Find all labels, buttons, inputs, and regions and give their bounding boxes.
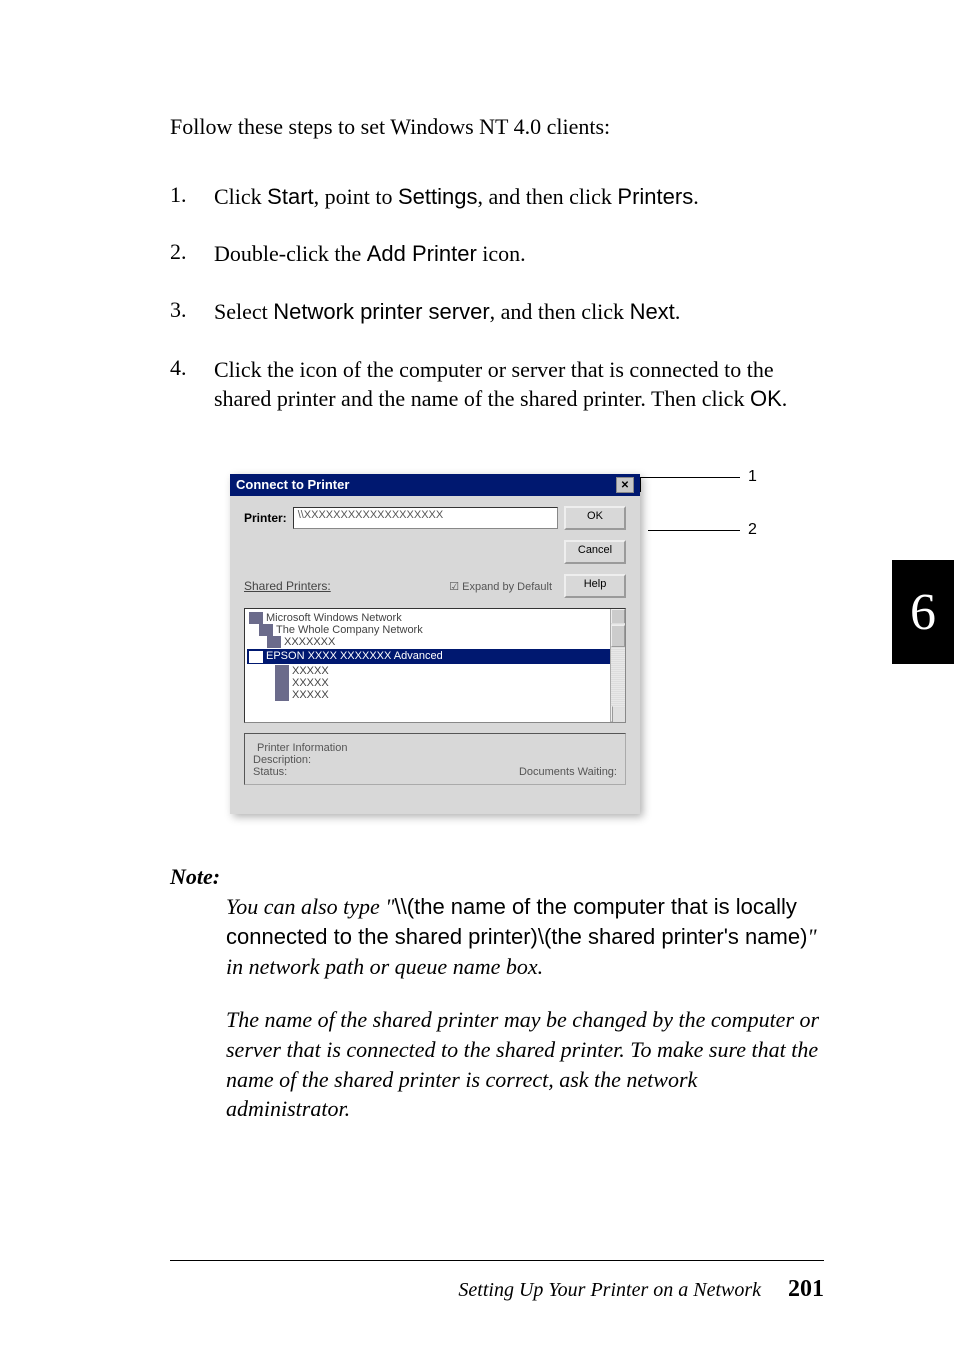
callout-2: 2 [748,521,757,539]
printer-label: Printer: [244,511,287,525]
callout-1: 1 [748,468,757,486]
list-item[interactable]: Microsoft Windows Network [249,612,621,624]
network-icon [259,624,273,636]
step-text: Click Start, point to Settings, and then… [214,182,824,212]
dialog-title-text: Connect to Printer [236,477,349,493]
computer-icon [275,677,289,689]
step-item: 4.Click the icon of the computer or serv… [170,355,824,414]
step-number: 2. [170,239,214,269]
step-number: 4. [170,355,214,414]
expand-by-default-checkbox[interactable]: ☑ Expand by Default [449,580,552,593]
list-item[interactable]: XXXXX [249,689,621,701]
scroll-down-icon[interactable] [611,706,613,722]
step-item: 2.Double-click the Add Printer icon. [170,239,824,269]
step-text: Select Network printer server, and then … [214,297,824,327]
chapter-tab: 6 [892,560,954,664]
computer-icon [275,689,289,701]
list-item-selected[interactable]: EPSON XXXX XXXXXXX Advanced [247,649,623,663]
steps-list: 1.Click Start, point to Settings, and th… [170,182,824,414]
callout-2-line [648,530,740,531]
page-footer: Setting Up Your Printer on a Network 201 [458,1276,824,1303]
note-paragraph-1: You can also type "\\(the name of the co… [226,892,824,981]
dialog-figure: 1 2 Connect to Printer ✕ Printer: \\XXXX… [210,444,770,824]
step-number: 1. [170,182,214,212]
printer-info-title: Printer Information [253,742,351,754]
printer-icon [249,651,263,663]
list-item[interactable]: XXXXX [249,665,621,677]
printer-information-group: Printer Information Description: Status:… [244,733,626,785]
footer-title: Setting Up Your Printer on a Network [458,1279,761,1301]
cancel-button[interactable]: Cancel [564,540,626,564]
list-item[interactable]: XXXXX [249,677,621,689]
folder-icon [267,636,281,648]
list-scrollbar[interactable] [610,609,625,722]
step-item: 3.Select Network printer server, and the… [170,297,824,327]
callout-1-line-v [640,477,641,492]
printer-path-input[interactable]: \\XXXXXXXXXXXXXXXXXXX [293,507,558,529]
note-block: Note: You can also type "\\(the name of … [170,864,824,1124]
help-button[interactable]: Help [564,574,626,598]
shared-printers-label: Shared Printers: [244,579,331,593]
printer-info-description: Description: [253,754,617,766]
shared-printers-list[interactable]: Microsoft Windows Network The Whole Comp… [244,608,626,723]
footer-rule [170,1260,824,1261]
intro-text: Follow these steps to set Windows NT 4.0… [170,112,824,142]
list-item[interactable]: XXXXXXX [249,636,621,648]
close-icon[interactable]: ✕ [616,477,634,493]
scroll-thumb[interactable] [611,625,625,647]
step-number: 3. [170,297,214,327]
step-text: Double-click the Add Printer icon. [214,239,824,269]
step-text: Click the icon of the computer or server… [214,355,824,414]
connect-to-printer-dialog: Connect to Printer ✕ Printer: \\XXXXXXXX… [230,474,640,814]
page-number: 201 [788,1276,824,1302]
note-heading: Note: [170,864,824,890]
step-item: 1.Click Start, point to Settings, and th… [170,182,824,212]
printer-info-status: Status: Documents Waiting: [253,766,617,778]
network-icon [249,612,263,624]
callout-1-line-h [640,477,740,478]
computer-icon [275,665,289,677]
ok-button[interactable]: OK [564,506,626,530]
dialog-titlebar: Connect to Printer ✕ [230,474,640,496]
note-paragraph-2: The name of the shared printer may be ch… [226,1005,824,1124]
list-item[interactable]: The Whole Company Network [249,624,621,636]
